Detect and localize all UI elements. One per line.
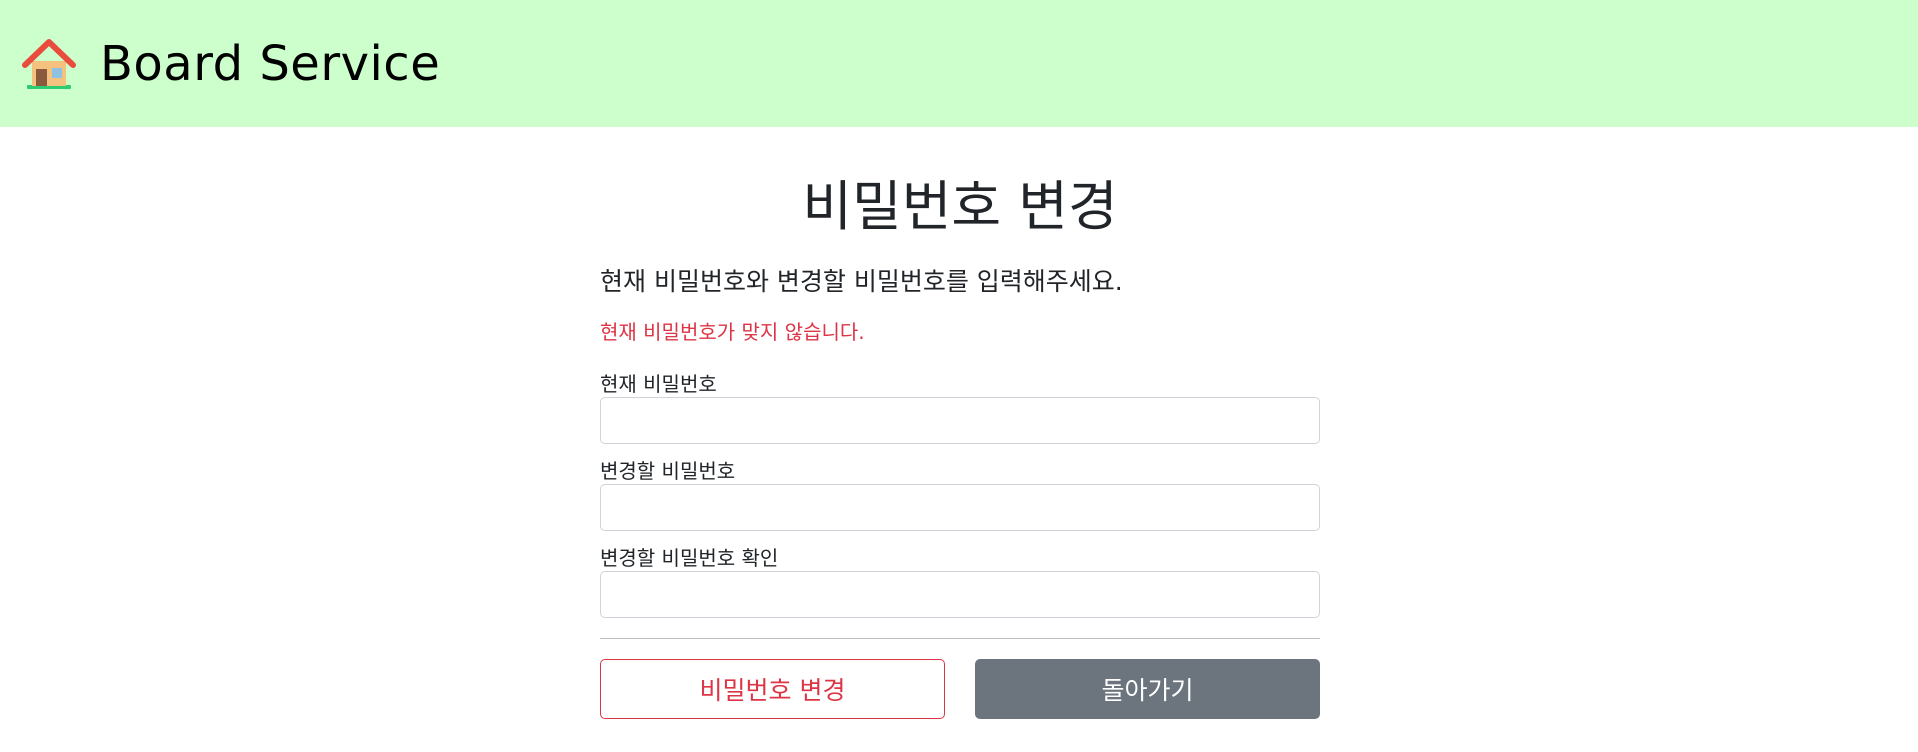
instruction-text: 현재 비밀번호와 변경할 비밀번호를 입력해주세요.	[600, 266, 1123, 296]
confirm-password-label: 변경할 비밀번호 확인	[600, 545, 779, 570]
brand-link[interactable]: Board Service	[22, 36, 440, 92]
change-password-button[interactable]: 비밀번호 변경	[600, 658, 945, 719]
navbar: Board Service	[0, 0, 1918, 127]
page-title: 비밀번호 변경	[802, 175, 1118, 238]
new-password-input[interactable]	[600, 483, 1320, 531]
confirm-password-input[interactable]	[600, 570, 1320, 618]
back-button[interactable]: 돌아가기	[975, 658, 1320, 719]
divider	[600, 637, 1320, 639]
current-password-label: 현재 비밀번호	[600, 371, 717, 396]
button-row: 비밀번호 변경 돌아가기	[600, 658, 1320, 719]
house-icon	[22, 37, 76, 91]
new-password-label: 변경할 비밀번호	[600, 458, 736, 483]
error-message: 현재 비밀번호가 맞지 않습니다.	[600, 319, 865, 344]
brand-title: Board Service	[100, 35, 441, 92]
password-change-container: 비밀번호 변경 현재 비밀번호와 변경할 비밀번호를 입력해주세요. 현재 비밀…	[600, 127, 1320, 719]
current-password-input[interactable]	[600, 396, 1320, 444]
